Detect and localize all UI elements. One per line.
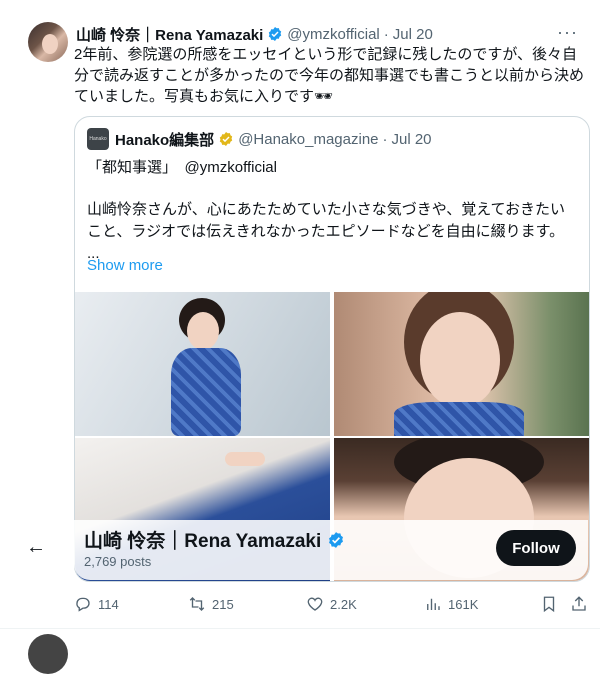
card-author-name[interactable]: 山崎 怜奈｜Rena Yamazaki <box>84 526 321 553</box>
quote-header-separator: · <box>382 130 388 148</box>
reply-icon <box>76 597 90 612</box>
header-separator: · <box>383 25 389 43</box>
quote-author-avatar: Hanako <box>87 128 109 150</box>
tweet-divider <box>0 628 600 629</box>
bookmark-icon <box>543 596 555 613</box>
share-icon <box>572 596 586 611</box>
photo-1[interactable] <box>75 292 330 436</box>
quote-text: 「都知事選」 @ymzkofficial 山崎怜奈さんが、心にあたためていた小さ… <box>87 157 577 265</box>
card-verified-icon <box>329 531 344 548</box>
author-avatar[interactable] <box>28 22 68 62</box>
repost-count: 215 <box>212 596 234 612</box>
photo-2[interactable] <box>334 292 589 436</box>
show-more-link[interactable]: Show more <box>87 257 163 274</box>
profile-hover-card: 山崎 怜奈｜Rena Yamazaki 2,769 posts Follow <box>74 520 588 580</box>
quote-line-body: 山崎怜奈さんが、心にあたためていた小さな気づきや、覚えておきたいこと、ラジオでは… <box>87 201 566 240</box>
tweet-date[interactable]: Jul 20 <box>393 26 433 43</box>
quote-line-title: 「都知事選」 @ymzkofficial <box>87 159 277 176</box>
quote-header: Hanako Hanako編集部 @Hanako_magazine · Jul … <box>87 128 432 150</box>
repost-action[interactable]: 215 <box>188 592 234 616</box>
tweet-header: 山崎 怜奈｜Rena Yamazaki @ymzkofficial · Jul … <box>76 24 580 44</box>
reply-count: 114 <box>98 596 119 612</box>
quoted-tweet[interactable]: Hanako Hanako編集部 @Hanako_magazine · Jul … <box>74 116 590 582</box>
more-options-icon[interactable]: ··· <box>557 22 578 43</box>
verified-icon <box>269 27 282 41</box>
back-arrow-icon[interactable]: ← <box>26 536 46 559</box>
views-icon <box>427 598 440 610</box>
heart-icon <box>307 597 323 611</box>
quote-author-handle: @Hanako_magazine <box>238 130 379 148</box>
card-post-count: 2,769 posts <box>84 554 152 569</box>
action-bar: 114 215 2.2K 161K <box>74 592 590 616</box>
tweet-text: 2年前、参院選の所感をエッセイという形で記録に残したのですが、後々自分で読み返す… <box>74 46 585 105</box>
bookmark-action[interactable] <box>540 592 564 616</box>
card-name-row: 山崎 怜奈｜Rena Yamazaki <box>84 526 349 553</box>
next-tweet-avatar[interactable] <box>28 634 68 674</box>
author-handle[interactable]: @ymzkofficial <box>287 26 379 43</box>
verified-gold-icon <box>219 132 233 146</box>
like-action[interactable]: 2.2K <box>306 592 357 616</box>
tweet: 山崎 怜奈｜Rena Yamazaki @ymzkofficial · Jul … <box>0 0 600 674</box>
author-name[interactable]: 山崎 怜奈｜Rena Yamazaki <box>76 24 263 45</box>
follow-button[interactable]: Follow <box>496 530 576 566</box>
repost-icon <box>189 597 205 611</box>
share-action[interactable] <box>570 592 594 616</box>
quote-author-name: Hanako編集部 <box>115 131 215 149</box>
like-count: 2.2K <box>330 596 357 612</box>
view-count: 161K <box>448 596 479 612</box>
quote-date: Jul 20 <box>391 130 432 148</box>
reply-action[interactable]: 114 <box>74 592 119 616</box>
views-action[interactable]: 161K <box>424 592 478 616</box>
